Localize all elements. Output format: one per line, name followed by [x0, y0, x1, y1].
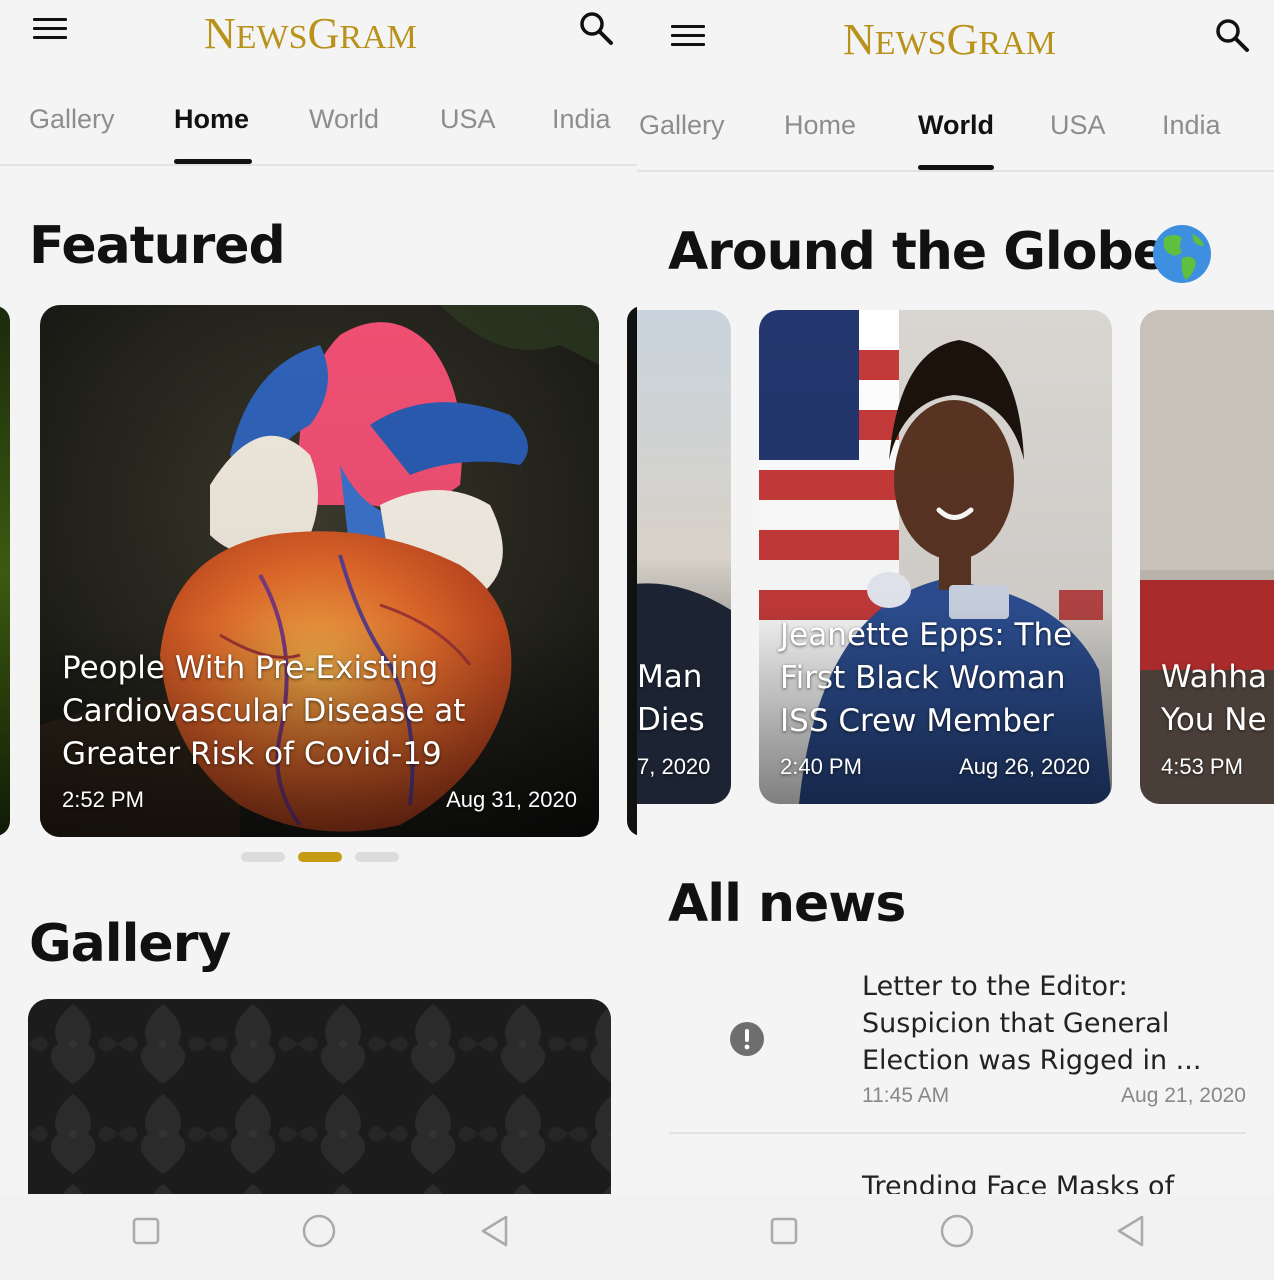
tab-india[interactable]: India [1162, 110, 1221, 141]
globe-card-previous-headline: Man Dies [637, 659, 705, 738]
featured-card-time: 2:52 PM [62, 787, 144, 812]
featured-card-date: Aug 31, 2020 [446, 787, 577, 812]
globe-card-headline: Jeanette Epps: The First Black Woman ISS… [780, 617, 1073, 739]
news-item-time: 11:45 AM [862, 1084, 950, 1107]
active-tab-indicator [918, 165, 994, 170]
right-screen: NEWSGRAM Gallery Home World USA India Ar… [637, 0, 1274, 1280]
square-nav-icon[interactable] [769, 1216, 799, 1246]
globe-card-date: Aug 26, 2020 [959, 754, 1090, 779]
system-navigation-bar [0, 1194, 637, 1280]
featured-card-previous[interactable] [0, 306, 10, 836]
top-app-bar: NEWSGRAM [637, 0, 1274, 80]
gallery-heading: Gallery [29, 914, 231, 974]
search-icon[interactable] [578, 10, 614, 46]
news-list-item[interactable]: Letter to the Editor: Suspicion that Gen… [669, 966, 1246, 1136]
around-globe-heading: Around the Globe [668, 222, 1168, 282]
menu-icon[interactable] [33, 18, 67, 44]
globe-icon [1153, 225, 1211, 283]
top-app-bar: NEWSGRAM [0, 0, 637, 80]
globe-card-next-headline: Wahha You Ne [1161, 659, 1267, 738]
featured-card[interactable]: People With Pre-Existing Cardiovascular … [40, 305, 599, 837]
news-item-headline: Letter to the Editor: Suspicion that Gen… [862, 971, 1202, 1076]
featured-card-next[interactable] [627, 306, 637, 836]
gallery-card[interactable] [28, 999, 611, 1199]
search-icon[interactable] [1214, 17, 1250, 53]
featured-card-headline: People With Pre-Existing Cardiovascular … [62, 650, 466, 772]
alert-icon [730, 1022, 764, 1056]
gallery-card-image [28, 999, 611, 1199]
left-screen: NEWSGRAM Gallery Home World USA India Fe… [0, 0, 637, 1280]
globe-card-previous[interactable]: Man Dies 7, 2020 [637, 310, 731, 804]
carousel-dot-active[interactable] [298, 852, 342, 862]
tab-usa[interactable]: USA [440, 104, 496, 135]
news-item-date: Aug 21, 2020 [1121, 1084, 1246, 1107]
tab-gallery[interactable]: Gallery [639, 110, 725, 141]
menu-icon[interactable] [671, 25, 705, 51]
tab-home[interactable]: Home [784, 110, 856, 141]
carousel-dot[interactable] [355, 852, 399, 862]
news-divider [669, 1132, 1246, 1134]
globe-card[interactable]: Jeanette Epps: The First Black Woman ISS… [759, 310, 1112, 804]
category-tabs: Gallery Home World USA India [0, 96, 637, 166]
globe-card-time: 2:40 PM [780, 754, 862, 779]
square-nav-icon[interactable] [131, 1216, 161, 1246]
featured-heading: Featured [29, 216, 286, 276]
carousel-dot[interactable] [241, 852, 285, 862]
globe-card-next-time: 4:53 PM [1161, 754, 1243, 779]
app-logo: NEWSGRAM [843, 15, 1056, 64]
system-navigation-bar [637, 1194, 1274, 1280]
circle-nav-icon[interactable] [939, 1213, 975, 1249]
back-triangle-icon[interactable] [1114, 1214, 1148, 1248]
category-tabs: Gallery Home World USA India [637, 102, 1274, 172]
tab-gallery[interactable]: Gallery [29, 104, 115, 135]
tab-usa[interactable]: USA [1050, 110, 1106, 141]
globe-card-next[interactable]: Wahha You Ne 4:53 PM [1140, 310, 1274, 804]
active-tab-indicator [174, 159, 252, 164]
back-triangle-icon[interactable] [478, 1214, 512, 1248]
globe-card-previous-date: 7, 2020 [637, 754, 711, 779]
carousel-indicator [241, 852, 401, 862]
tab-home[interactable]: Home [174, 104, 249, 135]
app-logo: NEWSGRAM [204, 9, 417, 58]
tab-world[interactable]: World [309, 104, 379, 135]
all-news-heading: All news [668, 874, 906, 934]
tab-world[interactable]: World [918, 110, 994, 141]
circle-nav-icon[interactable] [301, 1213, 337, 1249]
tab-india[interactable]: India [552, 104, 611, 135]
